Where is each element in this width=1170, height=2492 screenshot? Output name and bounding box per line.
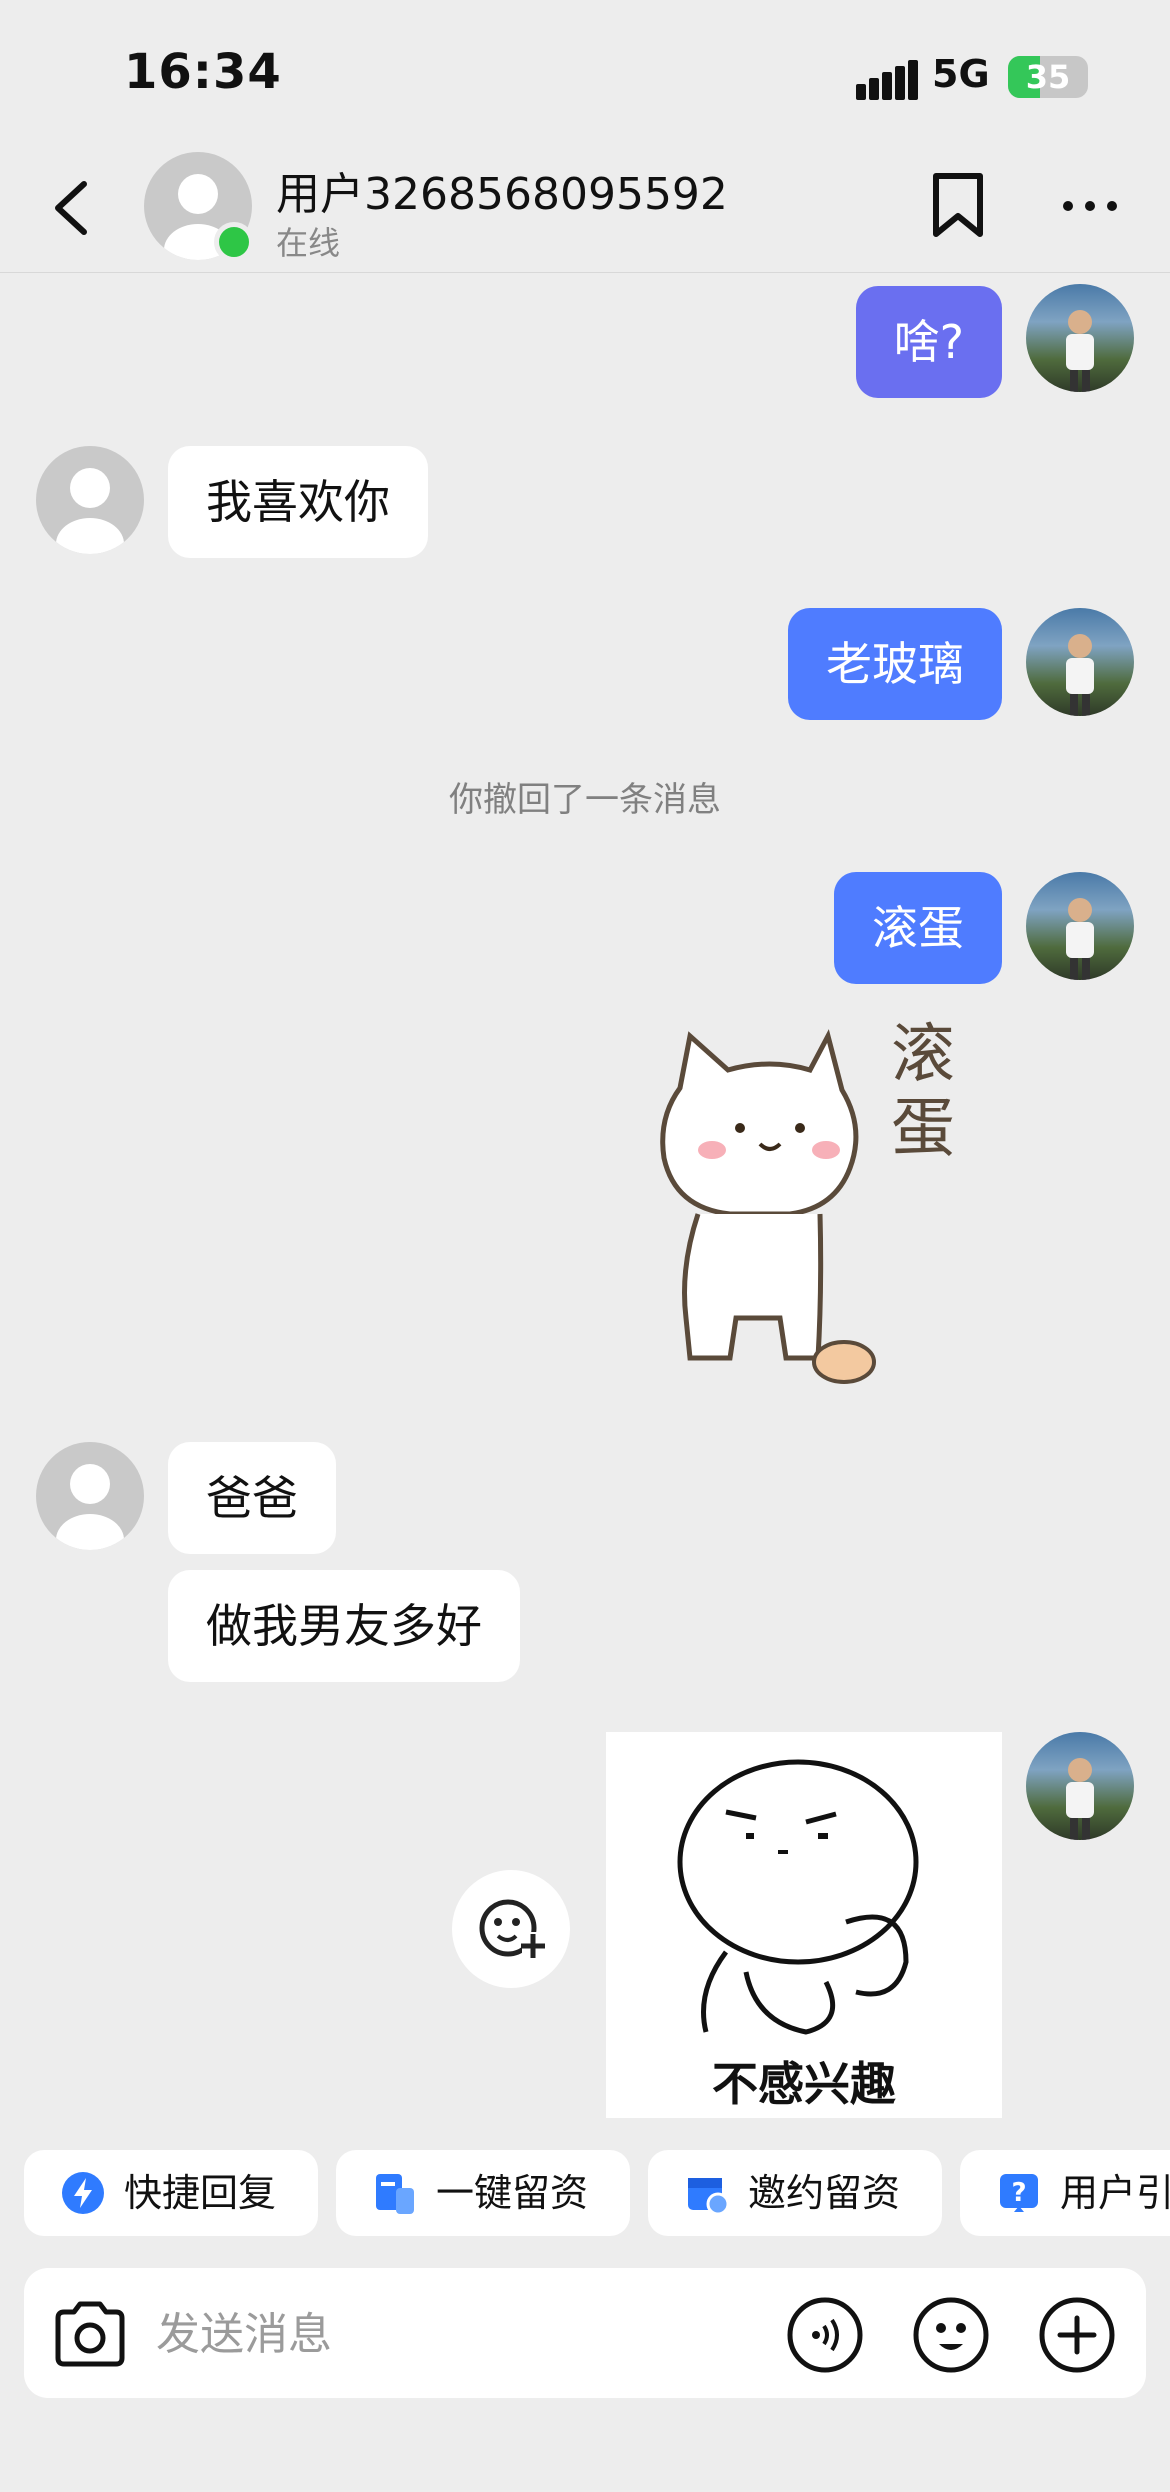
user-guide-chip[interactable]: ? 用户引 [960,2150,1170,2236]
contact-avatar-small[interactable] [36,1442,144,1550]
one-click-lead-chip[interactable]: 一键留资 [336,2150,630,2236]
chip-label: 快捷回复 [124,2171,277,2215]
message-bubble-received[interactable]: 我喜欢你 [168,446,428,558]
contact-avatar-small[interactable] [36,446,144,554]
quick-reply-chip[interactable]: 快捷回复 [24,2150,318,2236]
cat-illustration-icon [660,1029,876,1384]
my-avatar[interactable] [1026,1732,1134,1840]
status-time: 16:34 [124,44,282,100]
sticker-caption: 不感兴趣 [712,2057,896,2111]
blob-character-icon [677,1759,919,2035]
svg-text:?: ? [1011,2178,1026,2208]
chip-label: 邀约留资 [748,2171,901,2215]
my-avatar[interactable] [1026,872,1134,980]
signal-icon [856,60,918,100]
bookmark-icon[interactable] [930,172,986,238]
not-interested-sticker[interactable]: 不感兴趣 [606,1732,1002,2118]
calendar-icon [688,2178,730,2216]
person-photo-icon [1066,634,1094,716]
recall-notice: 你撤回了一条消息 [449,780,721,820]
lightning-icon [62,2172,104,2214]
default-avatar-icon [56,1464,124,1550]
chip-label: 用户引 [1060,2171,1170,2215]
back-icon[interactable] [48,178,96,238]
emoji-add-icon [479,1899,545,1958]
more-icon[interactable] [1060,196,1120,216]
default-avatar-icon [56,468,124,554]
emoji-icon[interactable] [912,2296,990,2374]
online-indicator [214,222,254,262]
message-bubble-sent[interactable]: 滚蛋 [834,872,1002,984]
contact-name: 用户3268568095592 [276,169,728,220]
my-avatar[interactable] [1026,608,1134,716]
person-photo-icon [1066,898,1094,980]
my-avatar[interactable] [1026,284,1134,392]
contact-status: 在线 [276,224,341,262]
message-bubble-received[interactable]: 爸爸 [168,1442,336,1554]
message-bubble-received[interactable]: 做我男友多好 [168,1570,520,1682]
message-bubble-sent[interactable]: 啥? [855,286,1002,398]
chip-label: 一键留资 [436,2171,589,2215]
camera-icon[interactable] [52,2300,128,2368]
battery-level: 35 [1025,58,1071,96]
voice-icon[interactable] [786,2296,864,2374]
cat-sticker[interactable]: 滚蛋 [650,1018,960,1400]
form-icon [376,2174,414,2214]
add-icon[interactable] [1038,2296,1116,2374]
person-photo-icon [1066,1758,1094,1840]
sticker-caption: 滚蛋 [891,1018,955,1166]
person-photo-icon [1066,310,1094,392]
battery-icon: 35 [1008,56,1088,98]
add-sticker-button[interactable] [452,1870,570,1988]
question-icon: ? [1000,2174,1038,2212]
message-bubble-sent[interactable]: 老玻璃 [788,608,1002,720]
message-input[interactable] [156,2302,756,2366]
invite-lead-chip[interactable]: 邀约留资 [648,2150,942,2236]
network-type: 5G [932,52,990,96]
